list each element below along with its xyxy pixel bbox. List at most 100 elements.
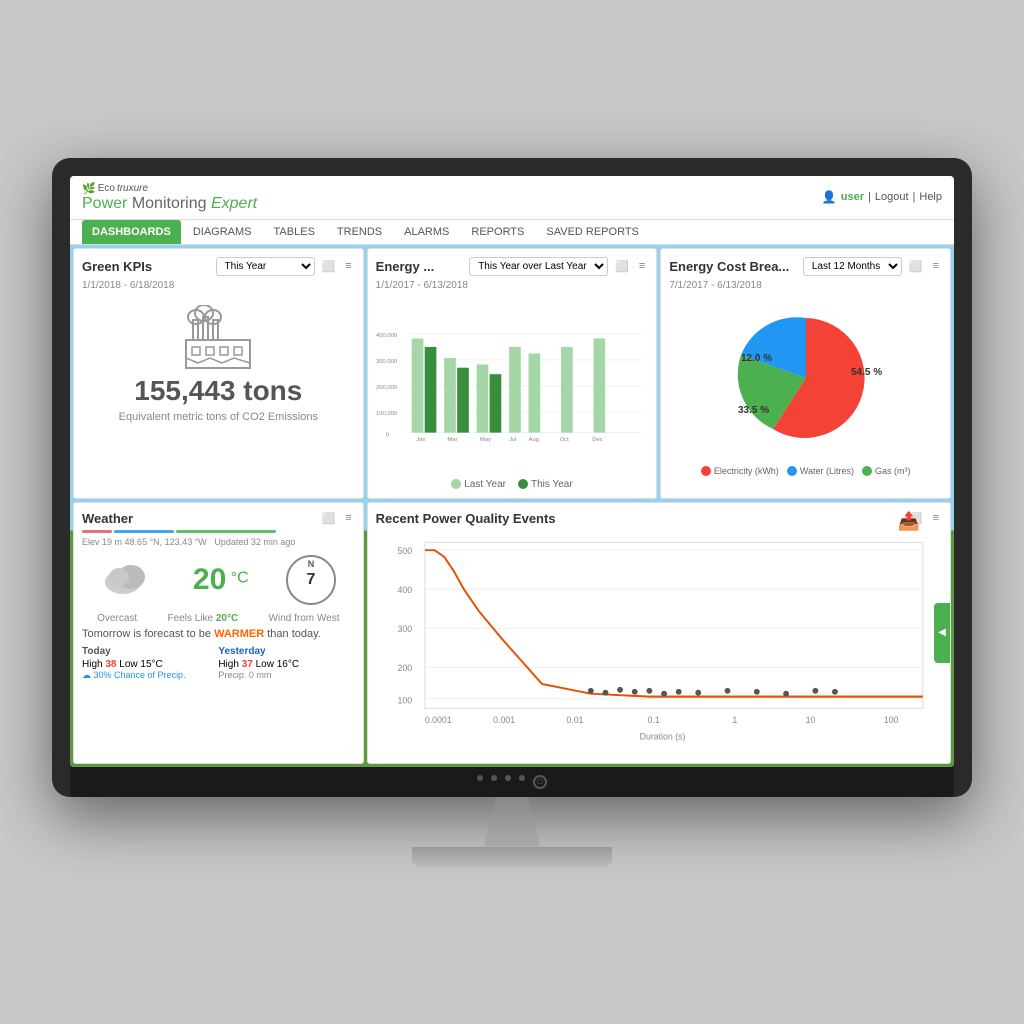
kpi-label: Equivalent metric tons of CO2 Emissions xyxy=(119,411,318,423)
legend-gas: Gas (m³) xyxy=(862,466,911,476)
energy-legend: Last Year This Year xyxy=(376,479,649,490)
weather-today-yesterday: Today High 38 Low 15°C ☁ 30% Chance of xyxy=(82,646,355,681)
energy-cost-menu-btn[interactable]: ≡ xyxy=(930,259,942,273)
product-name: Power Monitoring Expert xyxy=(82,195,257,213)
svg-text:100,000: 100,000 xyxy=(376,411,398,417)
weather-header: Weather ⬜ ≡ xyxy=(82,511,355,526)
svg-text:Jan: Jan xyxy=(416,437,425,443)
weather-coords: 48.65 °N, 123.43 °W xyxy=(125,537,207,547)
chevron-icon: ◀ xyxy=(938,627,946,638)
this-year-label: This Year xyxy=(531,479,573,490)
svg-text:100: 100 xyxy=(397,695,412,705)
brand-name: Eco xyxy=(98,183,115,194)
energy-controls: This Year over Last Year Last Year This … xyxy=(469,257,648,276)
factory-icon xyxy=(178,305,258,375)
weather-controls: ⬜ ≡ xyxy=(319,511,355,526)
energy-cost-date: 7/1/2017 - 6/13/2018 xyxy=(669,280,942,291)
energy-header: Energy ... This Year over Last Year Last… xyxy=(376,257,649,276)
svg-text:400,000: 400,000 xyxy=(376,333,398,339)
weather-widget: Weather ⬜ ≡ El xyxy=(73,502,364,764)
power-button[interactable]: ⏻ xyxy=(533,775,547,789)
svg-text:100: 100 xyxy=(883,714,898,724)
svg-text:300: 300 xyxy=(397,624,412,634)
dashboard-grid: Green KPIs This Year Last Year Last 12 M… xyxy=(70,245,954,767)
svg-text:500: 500 xyxy=(397,546,412,556)
energy-cost-widget: Energy Cost Brea... Last 12 Months This … xyxy=(660,248,951,499)
gas-label: Gas (m³) xyxy=(875,466,911,476)
feels-like: Feels Like 20°C xyxy=(168,613,239,624)
user-name[interactable]: user xyxy=(841,191,864,203)
yesterday-label: Yesterday xyxy=(218,646,354,657)
green-kpi-dropdown[interactable]: This Year Last Year Last 12 Months xyxy=(216,257,315,276)
energy-window-btn[interactable]: ⬜ xyxy=(612,259,632,274)
this-year-dot xyxy=(518,479,528,489)
svg-text:0.0001: 0.0001 xyxy=(424,714,451,724)
energy-cost-dropdown[interactable]: Last 12 Months This Year xyxy=(803,257,902,276)
separator2: | xyxy=(913,191,916,203)
logout-link[interactable]: Logout xyxy=(875,191,909,203)
nav-alarms[interactable]: ALARMS xyxy=(394,220,459,244)
svg-text:Dec: Dec xyxy=(592,437,602,443)
nav-saved-reports[interactable]: SAVED REPORTS xyxy=(536,220,649,244)
svg-text:0.01: 0.01 xyxy=(566,714,583,724)
help-link[interactable]: Help xyxy=(919,191,942,203)
nav-bar: DASHBOARDS DIAGRAMS TABLES TRENDS ALARMS… xyxy=(70,220,954,245)
legend-this-year: This Year xyxy=(518,479,573,490)
energy-cost-window-btn[interactable]: ⬜ xyxy=(906,259,926,274)
weather-forecast: Tomorrow is forecast to be WARMER than t… xyxy=(82,628,355,640)
today-precip: ☁ 30% Chance of Precip. xyxy=(82,670,218,681)
svg-text:Mar: Mar xyxy=(447,437,457,443)
svg-text:200: 200 xyxy=(397,663,412,673)
svg-text:54.5 %: 54.5 % xyxy=(851,367,882,378)
green-kpi-menu-btn[interactable]: ≡ xyxy=(342,259,354,273)
last-year-dot xyxy=(451,479,461,489)
monitor: 🌿 Eco truxure Power Monitoring Expert 👤 … xyxy=(52,158,972,797)
weather-condition: Overcast xyxy=(97,613,137,624)
pq-chart: Magnitude (% Normal) 500 400 300 200 100 xyxy=(376,530,942,750)
weather-window-btn[interactable]: ⬜ xyxy=(319,511,339,526)
nav-dashboards[interactable]: DASHBOARDS xyxy=(82,220,181,244)
kpi-value: 155,443 tons xyxy=(134,375,302,407)
legend-electricity: Electricity (kWh) xyxy=(701,466,779,476)
weather-title: Weather xyxy=(82,511,133,526)
power-quality-header: Recent Power Quality Events ⬜ ≡ xyxy=(376,511,942,526)
svg-text:1: 1 xyxy=(732,714,737,724)
legend-water: Water (Litres) xyxy=(787,466,854,476)
yesterday-low-val: 16°C xyxy=(277,659,299,670)
sidebar-collapse-tab[interactable]: ◀ xyxy=(934,603,950,663)
legend-last-year: Last Year xyxy=(451,479,506,490)
svg-text:Duration (s): Duration (s) xyxy=(639,731,685,741)
user-area: 👤 user | Logout | Help xyxy=(822,190,942,204)
green-kpi-content: 155,443 tons Equivalent metric tons of C… xyxy=(82,295,355,433)
nav-tables[interactable]: TABLES xyxy=(264,220,325,244)
separator: | xyxy=(868,191,871,203)
temp-display: 20 °C xyxy=(193,563,249,597)
nav-diagrams[interactable]: DIAGRAMS xyxy=(183,220,262,244)
indicator-dot-1 xyxy=(477,775,483,781)
power-quality-menu-btn[interactable]: ≡ xyxy=(930,511,942,525)
yesterday-precip: Precip. 0 mm xyxy=(218,670,354,680)
top-bar: 🌿 Eco truxure Power Monitoring Expert 👤 … xyxy=(70,176,954,220)
energy-chart: 400,000 300,000 200,000 100,000 0 kWh xyxy=(376,295,649,475)
weather-menu-btn[interactable]: ≡ xyxy=(342,511,354,525)
temp-unit: °C xyxy=(231,569,249,586)
svg-text:Aug: Aug xyxy=(528,437,538,443)
svg-text:12.0 %: 12.0 % xyxy=(741,353,772,364)
svg-text:0.1: 0.1 xyxy=(647,714,659,724)
nav-reports[interactable]: REPORTS xyxy=(461,220,534,244)
nav-trends[interactable]: TRENDS xyxy=(327,220,392,244)
export-icon[interactable]: 📤 xyxy=(898,511,920,532)
green-kpi-window-btn[interactable]: ⬜ xyxy=(319,259,339,274)
indicator-dot-3 xyxy=(505,775,511,781)
pie-legend: Electricity (kWh) Water (Litres) Gas (m³… xyxy=(701,466,911,476)
svg-text:10: 10 xyxy=(805,714,815,724)
yesterday-low-label: Low xyxy=(256,659,277,670)
energy-menu-btn[interactable]: ≡ xyxy=(636,259,648,273)
energy-dropdown[interactable]: This Year over Last Year Last Year This … xyxy=(469,257,608,276)
stand-base xyxy=(412,847,612,867)
energy-cost-header: Energy Cost Brea... Last 12 Months This … xyxy=(669,257,942,276)
svg-text:0: 0 xyxy=(385,432,389,438)
svg-text:0.001: 0.001 xyxy=(493,714,515,724)
today-high-val: 38 xyxy=(105,659,116,670)
green-kpi-header: Green KPIs This Year Last Year Last 12 M… xyxy=(82,257,355,276)
